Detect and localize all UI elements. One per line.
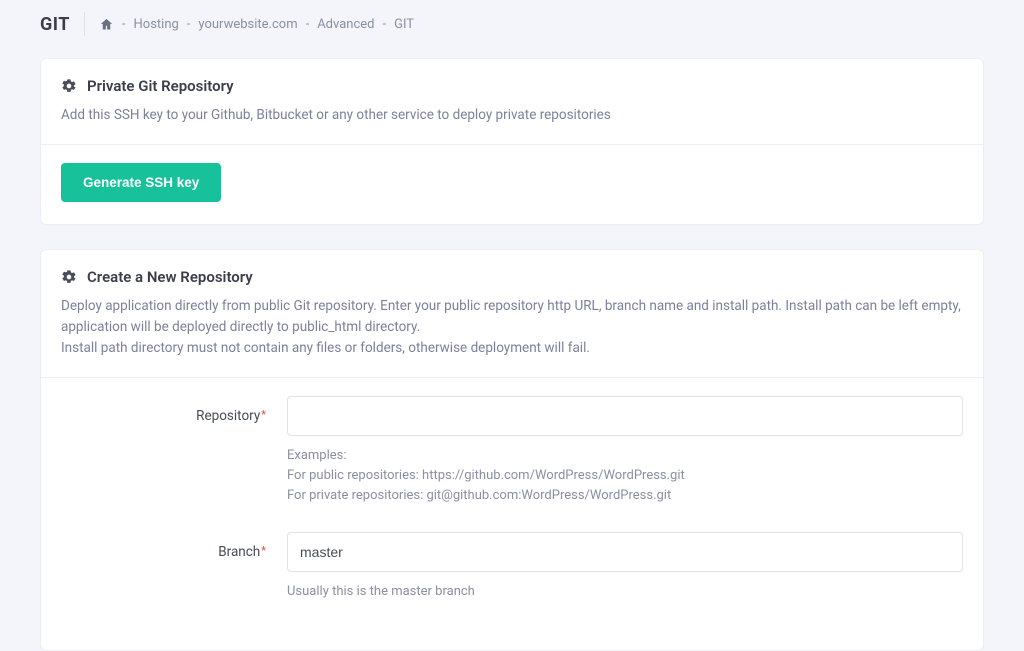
- gear-icon: [61, 269, 77, 285]
- repository-label-text: Repository: [196, 408, 260, 424]
- card-header: Create a New Repository Deploy applicati…: [41, 250, 983, 378]
- topbar: GIT - Hosting - yourwebsite.com - Advanc…: [0, 0, 1024, 46]
- card-header: Private Git Repository Add this SSH key …: [41, 59, 983, 145]
- branch-help: Usually this is the master branch: [287, 582, 963, 602]
- card-title: Create a New Repository: [87, 268, 253, 286]
- breadcrumb-item[interactable]: GIT: [394, 17, 414, 32]
- home-icon[interactable]: [99, 17, 114, 32]
- help-examples: Examples:: [287, 446, 963, 466]
- repository-label: Repository*: [61, 396, 287, 424]
- breadcrumb-item[interactable]: yourwebsite.com: [198, 17, 297, 32]
- create-repo-card: Create a New Repository Deploy applicati…: [40, 249, 984, 651]
- branch-row: Branch* Usually this is the master branc…: [61, 532, 963, 602]
- breadcrumb-sep: -: [187, 17, 191, 32]
- vertical-divider: [84, 12, 85, 36]
- generate-ssh-button[interactable]: Generate SSH key: [61, 163, 221, 202]
- breadcrumb: - Hosting - yourwebsite.com - Advanced -…: [99, 17, 414, 32]
- card-description-line1: Deploy application directly from public …: [61, 296, 963, 338]
- repository-row: Repository* Examples: For public reposit…: [61, 396, 963, 506]
- breadcrumb-sep: -: [383, 17, 387, 32]
- required-asterisk: *: [261, 408, 266, 421]
- repository-control: Examples: For public repositories: https…: [287, 396, 963, 506]
- required-asterisk: *: [261, 544, 266, 557]
- help-public: For public repositories: https://github.…: [287, 466, 963, 486]
- branch-label: Branch*: [61, 532, 287, 560]
- private-git-card: Private Git Repository Add this SSH key …: [40, 58, 984, 225]
- gear-icon: [61, 78, 77, 94]
- repository-help: Examples: For public repositories: https…: [287, 446, 963, 506]
- page-title: GIT: [40, 14, 70, 35]
- branch-label-text: Branch: [218, 544, 260, 560]
- breadcrumb-item[interactable]: Hosting: [134, 17, 179, 32]
- branch-input[interactable]: [287, 532, 963, 572]
- breadcrumb-item[interactable]: Advanced: [317, 17, 374, 32]
- card-description: Add this SSH key to your Github, Bitbuck…: [61, 105, 963, 126]
- card-body: Repository* Examples: For public reposit…: [41, 378, 983, 651]
- branch-control: Usually this is the master branch: [287, 532, 963, 602]
- breadcrumb-sep: -: [122, 17, 126, 32]
- card-body: Generate SSH key: [41, 145, 983, 224]
- help-private: For private repositories: git@github.com…: [287, 486, 963, 506]
- card-title: Private Git Repository: [87, 77, 234, 95]
- breadcrumb-sep: -: [306, 17, 310, 32]
- repository-input[interactable]: [287, 396, 963, 436]
- card-description-line2: Install path directory must not contain …: [61, 338, 963, 359]
